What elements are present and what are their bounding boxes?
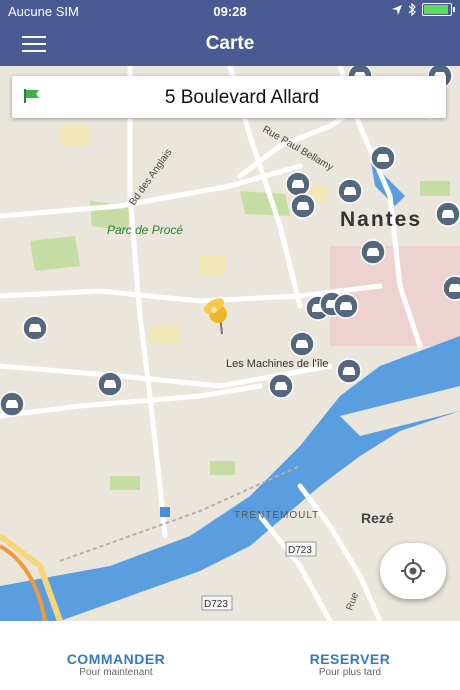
crosshair-icon — [401, 559, 425, 583]
page-title: Carte — [205, 33, 255, 54]
status-bar: Aucune SIM 09:28 — [0, 0, 460, 22]
city-label: Rezé — [361, 510, 394, 526]
park-area — [240, 191, 290, 216]
commander-label: COMMANDER — [66, 651, 166, 667]
address-text: 5 Boulevard Allard — [164, 87, 320, 108]
svg-text:D723: D723 — [288, 545, 312, 556]
taxi-marker[interactable] — [337, 178, 363, 204]
clock: 09:28 — [213, 4, 247, 19]
taxi-marker[interactable] — [285, 171, 311, 197]
bottom-action-bar: COMMANDER Pour maintenant RESERVER Pour … — [0, 621, 460, 690]
taxi-marker[interactable] — [333, 293, 359, 319]
taxi-icon — [344, 187, 356, 195]
taxi-icon — [29, 324, 41, 332]
district-label: TRENTEMOULT — [234, 510, 319, 521]
bluetooth-icon — [408, 3, 416, 16]
taxi-icon — [449, 284, 460, 292]
taxi-icon — [296, 340, 308, 348]
taxi-marker[interactable] — [0, 391, 25, 417]
address-search-bar[interactable]: 5 Boulevard Allard — [12, 76, 446, 118]
taxi-marker[interactable] — [370, 145, 396, 171]
road-shield: D723 — [285, 541, 317, 557]
taxi-marker[interactable] — [442, 275, 460, 301]
commander-button[interactable]: COMMANDER Pour maintenant — [56, 651, 176, 678]
taxi-icon — [292, 180, 304, 188]
taxi-marker[interactable] — [360, 239, 386, 265]
taxi-marker[interactable] — [268, 373, 294, 399]
taxi-icon — [377, 154, 389, 162]
taxi-icon — [340, 302, 352, 310]
taxi-marker[interactable] — [22, 315, 48, 341]
map-view[interactable]: Rue Paul Bellamy Bd des Anglais Parc de … — [0, 66, 460, 621]
taxi-marker[interactable] — [97, 371, 123, 397]
park-area — [30, 236, 80, 271]
locate-me-button[interactable] — [380, 543, 446, 599]
taxi-icon — [275, 382, 287, 390]
city-label: Nantes — [340, 208, 422, 231]
road-shield: D723 — [201, 595, 233, 611]
taxi-icon — [297, 202, 309, 210]
taxi-marker[interactable] — [289, 331, 315, 357]
commander-sublabel: Pour maintenant — [79, 667, 153, 678]
taxi-icon — [442, 210, 454, 218]
battery-icon — [422, 3, 455, 16]
svg-text:D723: D723 — [204, 599, 228, 610]
taxi-icon — [6, 400, 18, 408]
reserver-sublabel: Pour plus tard — [318, 667, 382, 678]
status-icons — [392, 3, 455, 16]
taxi-icon — [343, 367, 355, 375]
location-arrow-icon — [392, 4, 402, 15]
poi-label: Les Machines de l'île — [226, 358, 328, 370]
taxi-icon — [367, 248, 379, 256]
taxi-marker[interactable] — [290, 193, 316, 219]
reserver-label: RESERVER — [309, 651, 391, 667]
taxi-icon — [104, 380, 116, 388]
map-canvas: Rue Paul Bellamy Bd des Anglais Parc de … — [0, 66, 460, 621]
reserver-button[interactable]: RESERVER Pour plus tard — [290, 651, 410, 678]
park-label: Parc de Procé — [107, 223, 183, 237]
taxi-marker[interactable] — [435, 201, 460, 227]
nav-bar: Carte — [0, 22, 460, 66]
taxi-marker[interactable] — [336, 358, 362, 384]
